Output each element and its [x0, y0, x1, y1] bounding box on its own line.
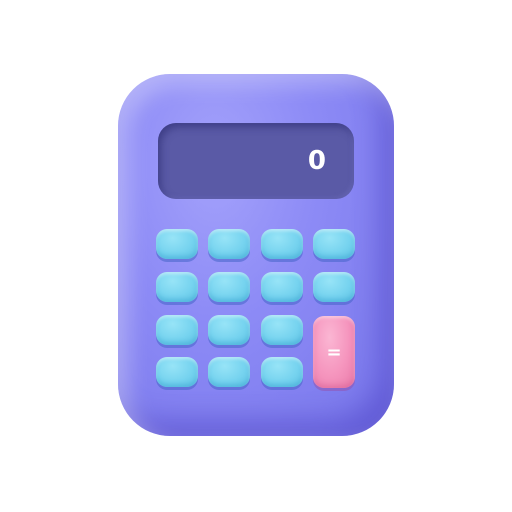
display-value: 0: [307, 146, 326, 176]
key-row1-col2[interactable]: [208, 229, 250, 259]
key-row3-col2[interactable]: [208, 315, 250, 345]
canvas: 0 =: [0, 0, 512, 512]
key-row1-col3[interactable]: [261, 229, 303, 259]
equals-button[interactable]: =: [313, 316, 355, 388]
key-row2-col1[interactable]: [156, 272, 198, 302]
key-row4-col3[interactable]: [261, 357, 303, 387]
key-row3-col1[interactable]: [156, 315, 198, 345]
calculator-display: 0: [158, 123, 354, 199]
key-row1-col4[interactable]: [313, 229, 355, 259]
key-row3-col3[interactable]: [261, 315, 303, 345]
keypad: =: [156, 229, 358, 389]
key-row2-col2[interactable]: [208, 272, 250, 302]
calculator-icon: 0 =: [118, 74, 394, 436]
key-row1-col1[interactable]: [156, 229, 198, 259]
key-row2-col3[interactable]: [261, 272, 303, 302]
key-row2-col4[interactable]: [313, 272, 355, 302]
key-row4-col2[interactable]: [208, 357, 250, 387]
key-row4-col1[interactable]: [156, 357, 198, 387]
